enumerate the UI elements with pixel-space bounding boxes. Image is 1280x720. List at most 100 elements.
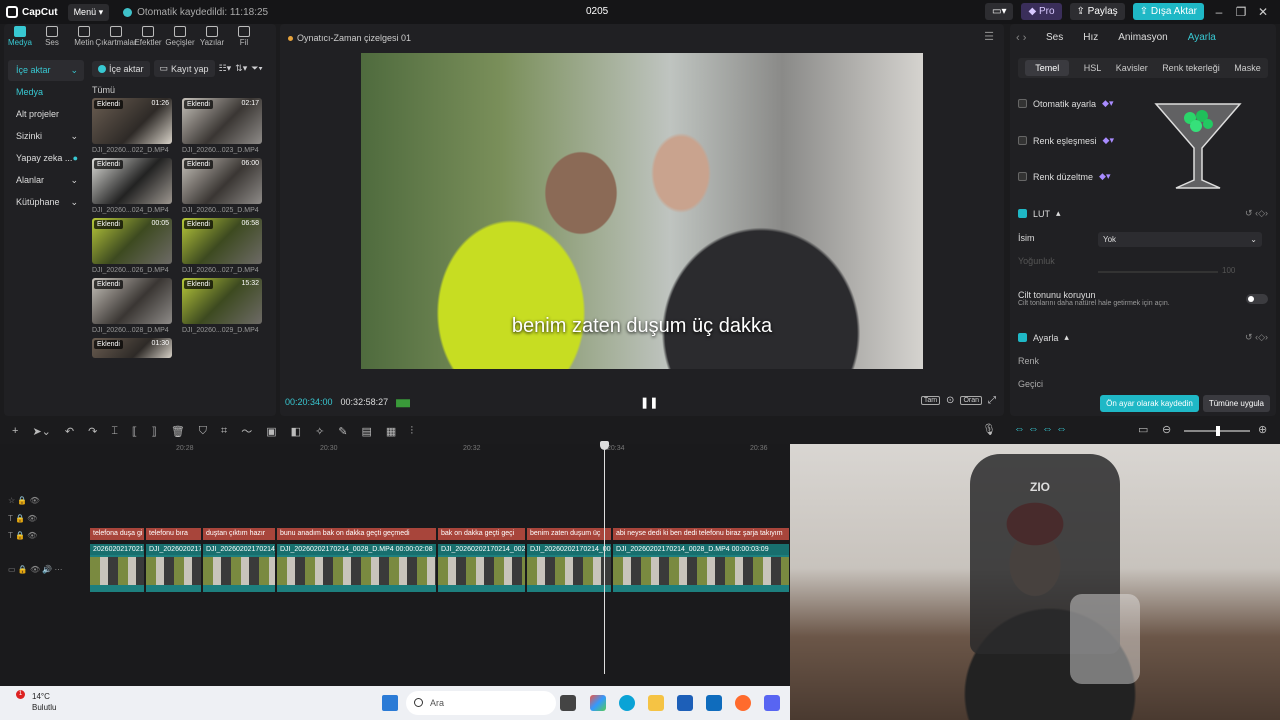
subtab-hsl[interactable]: HSL: [1084, 63, 1102, 73]
tab-transitions[interactable]: Geçişler: [164, 26, 196, 52]
close-icon[interactable]: ✕: [1256, 5, 1270, 19]
text-clip[interactable]: benim zaten duşum üç: [527, 528, 612, 540]
video-clip[interactable]: DJI_20260202170214_0028: [438, 544, 526, 592]
media-item[interactable]: Eklendi 01:26 DJI_20260...022_D.MP4: [92, 98, 172, 154]
lut-checkbox[interactable]: [1018, 209, 1027, 218]
caption-icon[interactable]: ▤: [362, 425, 372, 438]
zoom-slider-thumb[interactable]: [1216, 426, 1220, 436]
tab-animation[interactable]: Animasyon: [1118, 32, 1167, 43]
record-button[interactable]: ▭ Kayıt yap: [153, 60, 215, 77]
outlook-icon[interactable]: [706, 695, 722, 711]
video-clip[interactable]: DJI_20260202170214_0028: [527, 544, 612, 592]
freeze-icon[interactable]: ▣: [266, 425, 276, 438]
focus-icon[interactable]: ⊙: [946, 395, 954, 406]
sidebar-item-ai[interactable]: Yapay zeka ... ●: [8, 148, 84, 169]
track-controls[interactable]: T 🔒 👁: [8, 531, 37, 540]
subtab-mask[interactable]: Maske: [1234, 63, 1261, 73]
intensity-slider[interactable]: [1098, 271, 1218, 273]
full-quality-button[interactable]: Tam: [920, 396, 941, 405]
share-button[interactable]: ⇪ Paylaş: [1069, 3, 1125, 20]
layout-icon[interactable]: ▭▾: [985, 3, 1014, 20]
zoom-slider[interactable]: [1184, 426, 1250, 436]
save-preset-button[interactable]: Ön ayar olarak kaydedin: [1100, 395, 1199, 412]
filter-icon[interactable]: ⏷▾: [251, 63, 263, 74]
maximize-icon[interactable]: ❐: [1234, 5, 1248, 19]
text-clip[interactable]: duştan çıktım hazır: [203, 528, 276, 540]
edge-icon[interactable]: [619, 695, 635, 711]
add-icon[interactable]: +: [12, 425, 18, 437]
text-clip[interactable]: telefonu bıra: [146, 528, 202, 540]
text-clip[interactable]: bak on dakka geçti geçi: [438, 528, 526, 540]
lut-select[interactable]: Yok ⌄: [1098, 232, 1262, 247]
grid-view-icon[interactable]: ☷▾: [219, 63, 232, 74]
tab-adjust[interactable]: Ayarla: [1188, 32, 1216, 43]
zoom-in-icon[interactable]: ⊕: [1258, 423, 1267, 436]
intensity-value[interactable]: 100: [1222, 266, 1235, 275]
magic-icon[interactable]: ✧: [315, 425, 324, 438]
sidebar-item-subprojects[interactable]: Alt projeler: [8, 104, 84, 125]
fullscreen-icon[interactable]: ⤢: [988, 395, 996, 406]
mic-icon[interactable]: 🎙: [982, 423, 996, 436]
sidebar-item-yours[interactable]: Sizinki ⌄: [8, 126, 84, 147]
shield-icon[interactable]: ⛉: [199, 425, 207, 438]
reset-icon[interactable]: ↺ ‹◇›: [1245, 208, 1268, 219]
tab-effects[interactable]: Efektler: [132, 26, 164, 52]
tab-audio[interactable]: Ses: [36, 26, 68, 52]
pause-button[interactable]: ❚❚: [640, 396, 658, 409]
sidebar-item-library[interactable]: Kütüphane ⌄: [8, 192, 84, 213]
windows-start-icon[interactable]: [382, 695, 398, 711]
auto-adjust-checkbox[interactable]: [1018, 99, 1027, 108]
text-clip[interactable]: telefona duşa gi: [90, 528, 145, 540]
text-clip[interactable]: abi neyse dedi ki ben dedi telefonu bira…: [613, 528, 790, 540]
track-controls[interactable]: ▭ 🔒 👁 🔊 ⋯: [8, 565, 63, 574]
firefox-icon[interactable]: [735, 695, 751, 711]
track-controls[interactable]: ☆ 🔒 👁: [8, 496, 40, 505]
task-view-icon[interactable]: [560, 695, 576, 711]
sidebar-item-import[interactable]: İçe aktar ⌄: [8, 60, 84, 81]
preview-icon[interactable]: ▭: [1138, 423, 1148, 436]
tab-speed[interactable]: Hız: [1083, 32, 1098, 43]
weather-widget[interactable]: 1 14°C Bulutlu: [16, 690, 56, 713]
crop-icon[interactable]: ⌗: [221, 425, 227, 438]
ratio-button[interactable]: Oran: [960, 396, 982, 405]
chevron-left-icon[interactable]: ‹ ›: [1016, 32, 1026, 44]
media-item[interactable]: Eklendi 00:05 DJI_20260...026_D.MP4: [92, 218, 172, 274]
pro-button[interactable]: ◆ Pro: [1021, 3, 1062, 20]
video-clip[interactable]: 20260202170214_00: [90, 544, 145, 592]
color-match-checkbox[interactable]: [1018, 136, 1027, 145]
sidebar-item-spaces[interactable]: Alanlar ⌄: [8, 170, 84, 191]
image-icon[interactable]: ▦: [386, 425, 396, 438]
color-correct-checkbox[interactable]: [1018, 172, 1027, 181]
menu-button[interactable]: Menü ▾: [67, 3, 110, 21]
media-item[interactable]: Eklendi 01:30: [92, 338, 172, 358]
audio-wave-icon[interactable]: ⫶: [410, 425, 413, 438]
file-explorer-icon[interactable]: [648, 695, 664, 711]
link-icons[interactable]: ⇔ ⇔ ⇔ ⇔: [1014, 423, 1067, 435]
apply-all-button[interactable]: Tümüne uygula: [1202, 395, 1270, 412]
media-item[interactable]: Eklendi 15:32 DJI_20260...029_D.MP4: [182, 278, 262, 334]
video-clip[interactable]: DJI_20260202170214_00: [203, 544, 276, 592]
timeline[interactable]: 20:28 20:30 20:32 20:34 20:36 ☆ 🔒 👁 T 🔒 …: [0, 444, 790, 686]
wand-icon[interactable]: ✎: [338, 425, 347, 438]
select-tool-icon[interactable]: ➤⌄: [32, 425, 50, 438]
video-clip[interactable]: DJI_20260202170214_0028_D.MP4 00:00:03:0…: [613, 544, 790, 592]
media-item[interactable]: Eklendi DJI_20260...024_D.MP4: [92, 158, 172, 214]
tab-media[interactable]: Medya: [4, 26, 36, 52]
split-right-icon[interactable]: ⟧: [151, 425, 156, 438]
subtitle-text[interactable]: benim zaten duşum üç dakka: [361, 315, 923, 338]
video-clip[interactable]: DJI_2026020217(: [146, 544, 202, 592]
project-title[interactable]: 0205: [586, 6, 608, 17]
sidebar-item-media[interactable]: Medya: [8, 82, 84, 103]
redo-icon[interactable]: ↷: [88, 425, 97, 438]
discord-icon[interactable]: [764, 695, 780, 711]
media-item[interactable]: Eklendi DJI_20260...028_D.MP4: [92, 278, 172, 334]
tab-audio-settings[interactable]: Ses: [1046, 32, 1063, 43]
media-item[interactable]: Eklendi 06:00 DJI_20260...025_D.MP4: [182, 158, 262, 214]
taskbar-search[interactable]: Ara: [406, 691, 556, 715]
store-icon[interactable]: [677, 695, 693, 711]
import-button[interactable]: İçe aktar: [92, 60, 150, 77]
hamburger-icon[interactable]: ☰: [984, 30, 994, 43]
sort-icon[interactable]: ⇅▾: [235, 63, 247, 74]
reset-icon[interactable]: ↺ ‹◇›: [1245, 332, 1268, 343]
text-clip[interactable]: bunu anadım bak on dakka geçti geçmedi: [277, 528, 437, 540]
